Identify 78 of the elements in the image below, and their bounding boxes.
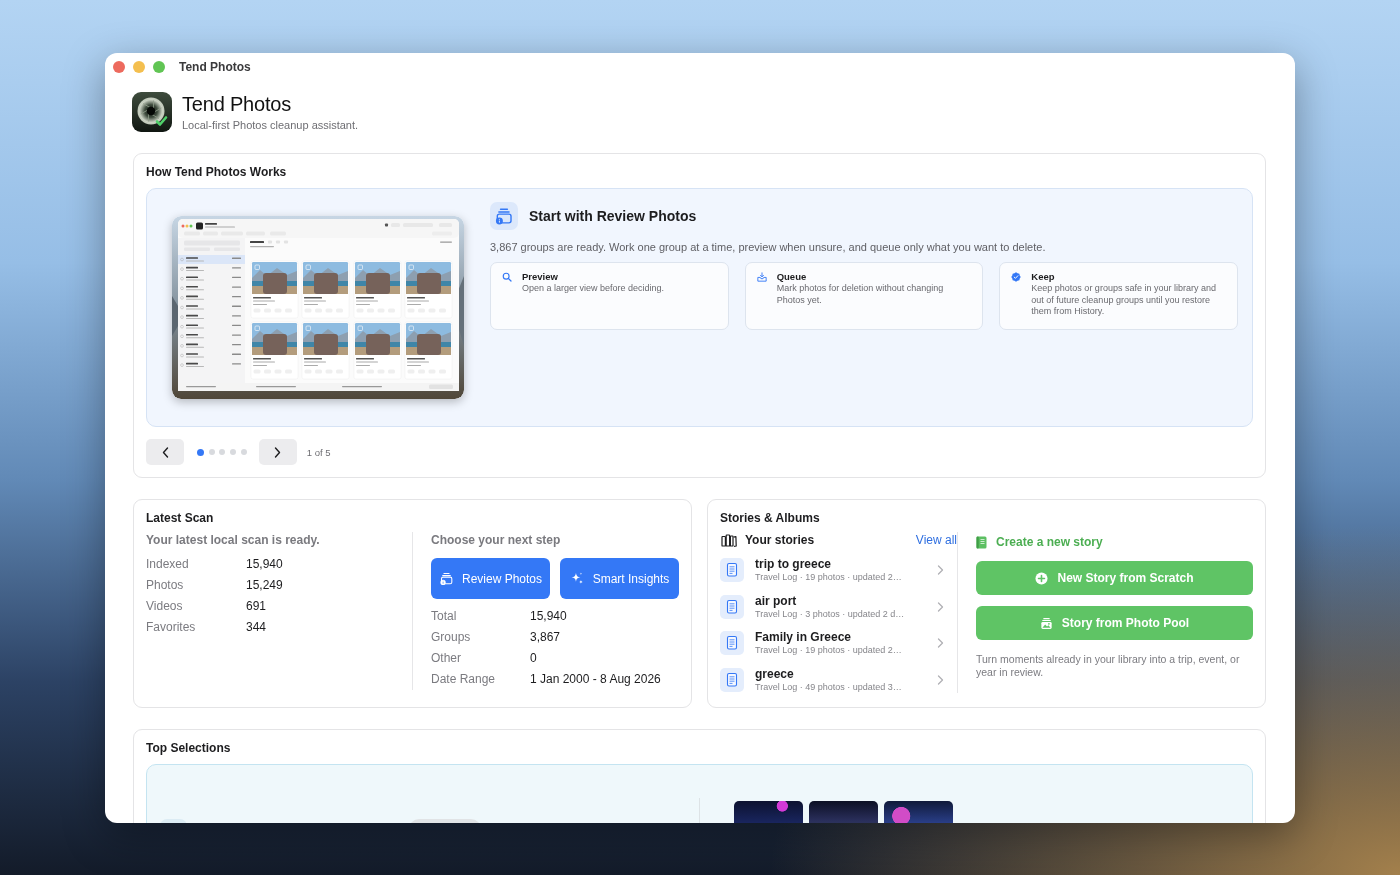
create-story-heading: Create a new story bbox=[996, 535, 1103, 549]
close-button[interactable] bbox=[113, 60, 125, 73]
create-story-note: Turn moments already in your library into a trip, event, or year in review. bbox=[976, 653, 1241, 679]
story-meta: Travel Log · 3 photos · updated 2 d… bbox=[755, 608, 906, 620]
feature-title: Preview bbox=[522, 271, 559, 282]
story-title[interactable]: air port bbox=[755, 593, 937, 608]
books-icon bbox=[721, 533, 737, 547]
slide-title: Start with Review Photos bbox=[529, 208, 697, 224]
photo-frames-icon bbox=[1039, 616, 1053, 630]
slide-description: 3,867 groups are ready. Work one group at a time, preview when unsure, and queue only what you want to delete. bbox=[490, 240, 1047, 254]
section-title: Stories & Albums bbox=[720, 511, 821, 526]
page-dot[interactable] bbox=[219, 449, 226, 455]
window-title: Tend Photos bbox=[179, 59, 251, 74]
app-icon bbox=[132, 92, 172, 132]
page-dot[interactable] bbox=[240, 449, 247, 455]
story-meta: Travel Log · 19 photos · updated 2… bbox=[755, 645, 903, 656]
story-meta: Travel Log · 49 photos · updated 3… bbox=[755, 681, 903, 693]
app-subtitle: Local-first Photos cleanup assistant. bbox=[182, 119, 359, 132]
document-icon bbox=[720, 594, 744, 619]
tray-arrow-icon bbox=[756, 272, 767, 282]
stat-label: Date Range bbox=[431, 671, 497, 688]
document-icon bbox=[720, 631, 744, 655]
photo-stack-icon bbox=[438, 571, 454, 586]
stories-heading: Your stories bbox=[745, 533, 815, 547]
plus-circle-icon bbox=[1035, 571, 1049, 585]
view-all-link[interactable]: View all bbox=[915, 533, 957, 547]
story-title[interactable]: trip to greece bbox=[755, 557, 937, 571]
minimize-button[interactable] bbox=[133, 60, 145, 73]
chevron-right-icon bbox=[274, 446, 282, 458]
stat-value: 691 bbox=[246, 598, 268, 615]
book-icon bbox=[976, 535, 987, 549]
stat-value: 1 Jan 2000 - 8 Aug 2026 bbox=[530, 671, 662, 688]
feature-description: Mark photos for deletion without changing Photos yet. bbox=[776, 283, 945, 306]
feature-title: Keep bbox=[1031, 271, 1056, 282]
checkmark-seal-icon bbox=[1011, 272, 1022, 282]
stat-label: Total bbox=[431, 608, 458, 625]
stat-label: Favorites bbox=[146, 619, 197, 636]
page-dot[interactable] bbox=[197, 448, 204, 456]
stat-value: 3,867 bbox=[530, 629, 562, 646]
chevron-right-icon bbox=[937, 638, 944, 648]
action-button[interactable]: Smart Insights bbox=[560, 558, 679, 599]
app-title: Tend Photos bbox=[182, 92, 292, 116]
document-icon bbox=[720, 558, 744, 582]
stat-label: Indexed bbox=[146, 556, 190, 573]
story-title[interactable]: Family in Greece bbox=[755, 630, 937, 644]
feature-description: Open a larger view before deciding. bbox=[522, 283, 665, 295]
previous-button[interactable] bbox=[146, 439, 184, 465]
stat-value: 0 bbox=[530, 650, 538, 667]
section-title: Latest Scan bbox=[146, 511, 215, 526]
zoom-button[interactable] bbox=[153, 60, 165, 73]
stat-label: Photos bbox=[146, 577, 185, 594]
chevron-right-icon bbox=[937, 674, 944, 685]
next-step-heading: Choose your next step bbox=[431, 532, 562, 549]
page-dot[interactable] bbox=[230, 449, 237, 455]
feature-title: Queue bbox=[776, 271, 808, 282]
story-title[interactable]: greece bbox=[755, 666, 937, 681]
stat-value: 15,940 bbox=[246, 556, 284, 573]
page-counter: 1 of 5 bbox=[306, 446, 331, 458]
action-button[interactable]: Review Photos bbox=[431, 558, 550, 599]
stat-value: 15,940 bbox=[530, 608, 568, 625]
stat-label: Groups bbox=[431, 629, 472, 646]
story-meta: Travel Log · 19 photos · updated 2… bbox=[755, 572, 903, 583]
document-icon bbox=[720, 667, 744, 692]
next-button[interactable] bbox=[258, 439, 297, 465]
page-dot[interactable] bbox=[208, 449, 215, 455]
section-title: Top Selections bbox=[146, 740, 232, 756]
scan-status: Your latest local scan is ready. bbox=[146, 532, 321, 549]
chevron-left-icon bbox=[161, 446, 169, 458]
section-title: How Tend Photos Works bbox=[146, 165, 288, 180]
stat-value: 15,249 bbox=[246, 577, 284, 594]
chevron-right-icon bbox=[937, 601, 944, 612]
stat-label: Other bbox=[431, 650, 462, 667]
feature-description: Keep photos or groups safe in your library and out of future cleanup groups until you restore them from History. bbox=[1031, 283, 1217, 318]
search-icon bbox=[502, 272, 512, 282]
stat-label: Videos bbox=[146, 598, 184, 615]
chevron-right-icon bbox=[937, 565, 944, 575]
stat-value: 344 bbox=[246, 619, 268, 636]
photo-stack-icon bbox=[490, 202, 518, 230]
